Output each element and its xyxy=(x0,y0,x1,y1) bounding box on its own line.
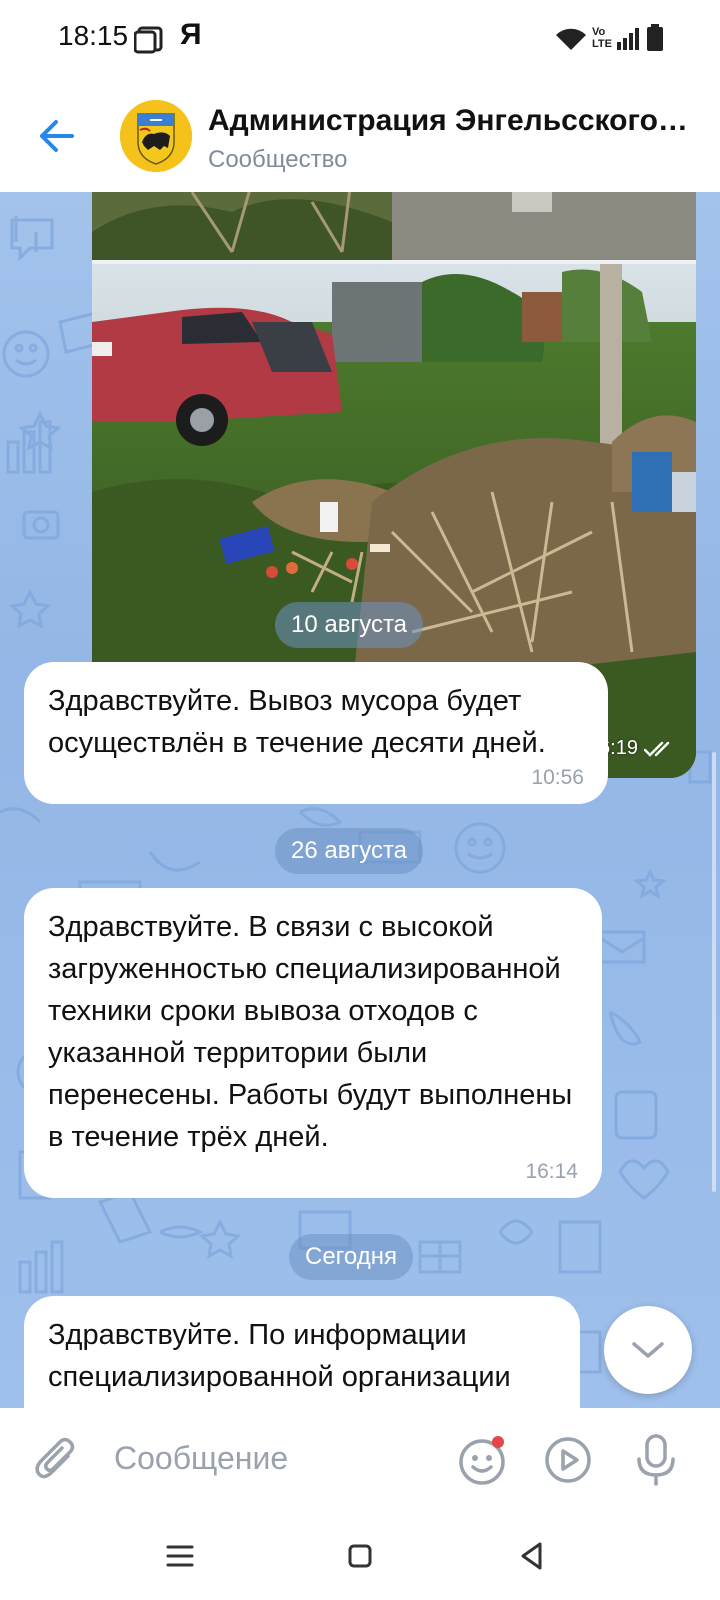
status-time: 18:15 xyxy=(58,20,129,51)
date-separator: 10 августа xyxy=(275,602,424,648)
smile-icon xyxy=(459,1436,505,1485)
read-check-icon xyxy=(644,741,670,757)
date-separator: 26 августа xyxy=(275,828,424,874)
chat-subtitle: Сообщество xyxy=(208,146,348,173)
message-text: Здравствуйте. Вывоз мусора будет осущест… xyxy=(48,685,546,759)
community-avatar[interactable] xyxy=(120,100,192,172)
message-bubble[interactable]: Здравствуйте. В связи с высокой загружен… xyxy=(24,888,602,1198)
volte-icon: Vo LTE xyxy=(592,26,612,50)
menu-lines-icon xyxy=(166,1545,194,1567)
back-nav-button[interactable] xyxy=(508,1536,556,1576)
message-time: 16:14 xyxy=(525,1160,578,1183)
wifi-icon xyxy=(554,26,588,57)
chat-area[interactable]: 16:19 10 августа Здравствуйте. Вывоз мус… xyxy=(0,192,720,1408)
system-navigation-bar xyxy=(0,1512,720,1600)
video-message-button[interactable] xyxy=(540,1432,596,1488)
message-composer: Сообщение xyxy=(0,1408,720,1512)
message-text: Здравствуйте. По информации специализиро… xyxy=(48,1319,511,1393)
message-bubble[interactable]: Здравствуйте. Вывоз мусора будет осущест… xyxy=(24,662,608,804)
screenshot-icon xyxy=(133,26,164,59)
square-icon xyxy=(348,1544,372,1568)
back-button[interactable] xyxy=(28,108,84,164)
message-text: Здравствуйте. В связи с высокой загружен… xyxy=(48,911,573,1153)
microphone-icon xyxy=(637,1434,675,1486)
home-button[interactable] xyxy=(336,1536,384,1576)
coat-of-arms-icon xyxy=(120,100,192,172)
message-bubble[interactable]: Здравствуйте. По информации специализиро… xyxy=(24,1296,580,1408)
paperclip-icon xyxy=(35,1437,75,1479)
status-bar: 18:15 Я Vo LTE xyxy=(0,0,720,80)
scroll-to-bottom-button[interactable] xyxy=(604,1306,692,1394)
battery-icon xyxy=(646,24,664,57)
message-input[interactable]: Сообщение xyxy=(114,1440,288,1477)
play-circle-icon xyxy=(545,1437,591,1483)
chat-header: Администрация Энгельсского… Сообщество xyxy=(0,80,720,192)
message-time: 10:56 xyxy=(531,766,584,789)
attach-button[interactable] xyxy=(28,1432,84,1488)
back-arrow-icon xyxy=(40,120,74,152)
voice-message-button[interactable] xyxy=(628,1432,684,1488)
recent-apps-button[interactable] xyxy=(156,1536,204,1576)
chevron-down-icon xyxy=(632,1342,664,1358)
carrier-glyph: Я xyxy=(180,18,202,51)
chat-title[interactable]: Администрация Энгельсского… xyxy=(208,104,698,138)
triangle-back-icon xyxy=(521,1542,542,1570)
signal-icon xyxy=(616,26,640,55)
scrollbar[interactable] xyxy=(712,752,716,1192)
date-separator: Сегодня xyxy=(289,1234,413,1280)
emoji-button[interactable] xyxy=(454,1432,510,1488)
